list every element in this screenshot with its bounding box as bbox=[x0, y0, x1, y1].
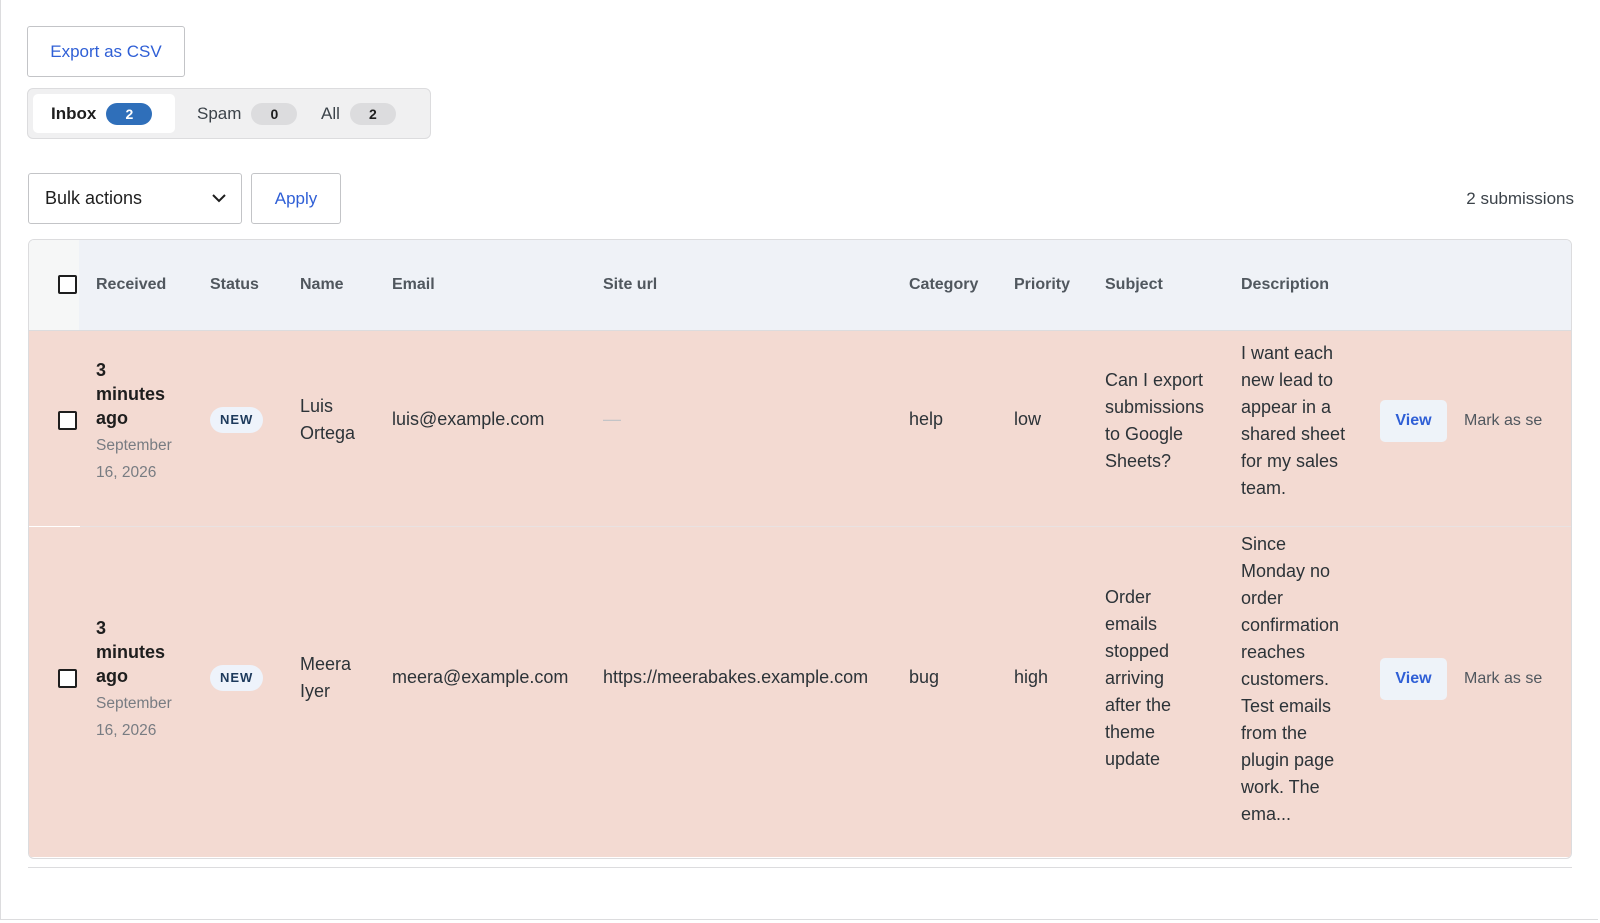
column-header-description[interactable]: Description bbox=[1241, 276, 1329, 294]
mark-as-seen-link[interactable]: Mark as se bbox=[1464, 412, 1542, 430]
received-date: September 16, 2026 bbox=[96, 695, 172, 739]
received-relative: 3 minutes ago bbox=[96, 360, 166, 428]
column-header-priority[interactable]: Priority bbox=[1014, 276, 1070, 294]
tab-inbox-label: Inbox bbox=[51, 103, 97, 123]
name-cell: Meera Iyer bbox=[300, 654, 352, 701]
tab-all[interactable]: All 2 bbox=[303, 94, 423, 133]
tab-inbox-count: 2 bbox=[106, 102, 153, 125]
submissions-count: 2 submissions bbox=[1466, 189, 1574, 208]
tab-inbox[interactable]: Inbox 2 bbox=[33, 94, 175, 133]
row-checkbox[interactable] bbox=[58, 669, 77, 688]
tab-all-label: All bbox=[321, 103, 340, 123]
column-header-received[interactable]: Received bbox=[96, 276, 166, 294]
email-cell: meera@example.com bbox=[392, 667, 569, 687]
site-url-cell: — bbox=[603, 409, 621, 429]
select-all-checkbox[interactable] bbox=[58, 275, 77, 294]
table-footer-divider bbox=[28, 867, 1572, 868]
chevron-down-icon bbox=[212, 194, 226, 203]
tab-spam[interactable]: Spam 0 bbox=[179, 94, 299, 133]
column-header-email[interactable]: Email bbox=[392, 276, 435, 294]
status-badge: NEW bbox=[210, 407, 264, 433]
name-cell: Luis Ortega bbox=[300, 396, 356, 443]
column-header-site-url[interactable]: Site url bbox=[603, 276, 657, 294]
tab-spam-count: 0 bbox=[251, 102, 298, 125]
export-csv-button[interactable]: Export as CSV bbox=[27, 26, 185, 77]
column-header-subject[interactable]: Subject bbox=[1105, 276, 1163, 294]
email-cell: luis@example.com bbox=[392, 409, 545, 429]
category-cell: bug bbox=[909, 667, 940, 687]
received-cell: 3 minutes ago September 16, 2026 bbox=[96, 358, 178, 486]
table-header: Received Status Name Email Site url Cate… bbox=[29, 240, 1571, 331]
received-relative: 3 minutes ago bbox=[96, 618, 166, 686]
table-row: 3 minutes ago September 16, 2026 NEW Lui… bbox=[29, 331, 1571, 526]
column-header-name[interactable]: Name bbox=[300, 276, 344, 294]
column-header-category[interactable]: Category bbox=[909, 276, 978, 294]
received-cell: 3 minutes ago September 16, 2026 bbox=[96, 616, 178, 744]
priority-cell: high bbox=[1014, 667, 1049, 687]
category-cell: help bbox=[909, 409, 944, 429]
received-date: September 16, 2026 bbox=[96, 437, 172, 481]
view-button[interactable]: View bbox=[1380, 400, 1447, 442]
mark-as-seen-link[interactable]: Mark as se bbox=[1464, 670, 1542, 688]
subject-cell: Order emails stopped arriving after the … bbox=[1105, 587, 1172, 769]
description-cell: Since Monday no order confirmation reach… bbox=[1241, 534, 1340, 824]
subject-cell: Can I export submissions to Google Sheet… bbox=[1105, 370, 1205, 471]
priority-cell: low bbox=[1014, 409, 1042, 429]
tab-spam-label: Spam bbox=[197, 103, 242, 123]
tab-all-count: 2 bbox=[349, 102, 396, 125]
status-badge: NEW bbox=[210, 665, 264, 691]
description-cell: I want each new lead to appear in a shar… bbox=[1241, 343, 1346, 498]
apply-button[interactable]: Apply bbox=[251, 173, 341, 224]
bulk-actions-value: Bulk actions bbox=[45, 188, 143, 208]
bulk-actions-select[interactable]: Bulk actions bbox=[28, 173, 242, 224]
submission-filter-tabs: Inbox 2 Spam 0 All 2 bbox=[27, 88, 431, 139]
view-button[interactable]: View bbox=[1380, 658, 1447, 700]
row-checkbox[interactable] bbox=[58, 411, 77, 430]
table-row: 3 minutes ago September 16, 2026 NEW Mee… bbox=[29, 527, 1571, 857]
column-header-status[interactable]: Status bbox=[210, 276, 259, 294]
site-url-cell: https://meerabakes.example.com bbox=[603, 667, 869, 687]
submissions-table: Received Status Name Email Site url Cate… bbox=[28, 239, 1572, 859]
